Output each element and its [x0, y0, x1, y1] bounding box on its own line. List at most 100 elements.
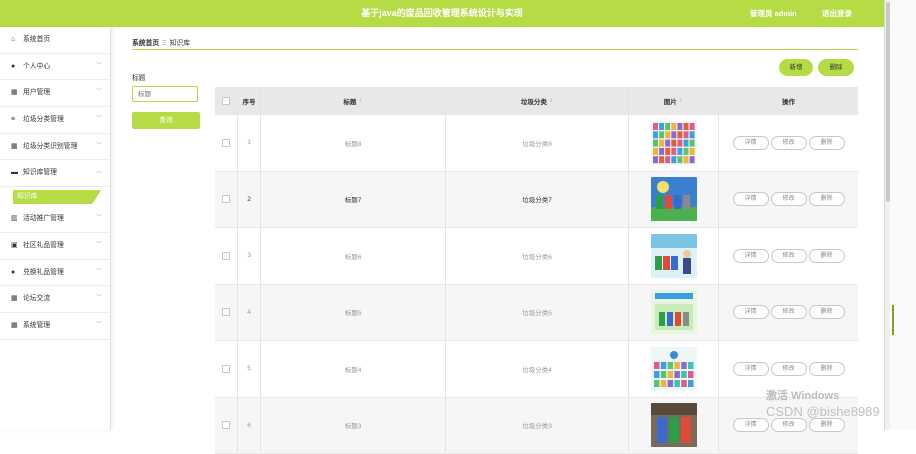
sort-icon[interactable]: ⇕	[679, 98, 683, 104]
row-category-text: 垃圾分类5	[522, 307, 552, 317]
row-index-text: 1	[247, 139, 251, 146]
sidebar-item-4[interactable]: ▦垃圾分类识别管理﹀	[0, 134, 110, 161]
sidebar-item-5[interactable]: ▬知识库管理︿	[0, 160, 110, 187]
detail-button[interactable]: 详情	[733, 249, 769, 263]
sidebar-item-3[interactable]: ▦论坛交流﹀	[0, 286, 110, 313]
sidebar-item-4[interactable]: ▦系统管理﹀	[0, 313, 110, 340]
detail-button[interactable]: 详情	[733, 192, 769, 206]
table-row: 1 标题8 垃圾分类8 详情修改删除	[215, 115, 858, 172]
sidebar-item-2[interactable]: ●兑换礼品管理﹀	[0, 260, 110, 287]
edit-button[interactable]: 修改	[771, 418, 807, 432]
sidebar-item-1[interactable]: ●个人中心﹀	[0, 54, 110, 81]
row-title: 标题3	[260, 398, 445, 454]
logout-link[interactable]: 退出登录	[822, 0, 852, 27]
row-checkbox[interactable]	[222, 139, 230, 147]
grid-icon: ▦	[11, 134, 21, 160]
delete-button[interactable]: 删除	[818, 59, 854, 76]
row-select-cell	[215, 398, 237, 454]
header-image-label: 图片	[664, 96, 677, 106]
row-index: 2	[237, 172, 260, 228]
row-image-cell	[628, 115, 718, 171]
sidebar-item-0[interactable]: ⌂系统首页	[0, 27, 110, 54]
user-icon: ●	[11, 260, 21, 286]
row-category-text: 垃圾分类6	[522, 251, 552, 261]
row-delete-button[interactable]: 删除	[809, 418, 845, 432]
row-delete-button[interactable]: 删除	[809, 192, 845, 206]
edit-button[interactable]: 修改	[771, 136, 807, 150]
row-checkbox[interactable]	[222, 195, 230, 203]
table-header-row: 序号 标题⇕ 垃圾分类⇕ 图片⇕ 操作	[215, 87, 858, 115]
header-image[interactable]: 图片⇕	[628, 87, 718, 114]
current-user-label: 管理员 admin	[750, 0, 797, 27]
row-image-cell	[628, 398, 718, 454]
row-select-cell	[215, 172, 237, 228]
row-category: 垃圾分类5	[445, 285, 628, 341]
list-icon: ≡	[11, 107, 21, 133]
header-index-label: 序号	[243, 96, 256, 106]
table-row: 3标题6垃圾分类6详情修改删除	[215, 228, 858, 285]
row-image-cell	[628, 228, 718, 284]
chevron-down-icon: ﹀	[96, 286, 102, 312]
chevron-down-icon: ﹀	[96, 80, 102, 106]
detail-button[interactable]: 详情	[733, 136, 769, 150]
header-category[interactable]: 垃圾分类⇕	[445, 87, 628, 114]
row-select-cell	[215, 115, 237, 171]
row-image-cell	[628, 172, 718, 228]
search-button[interactable]: 查询	[132, 112, 200, 129]
sidebar-item-2[interactable]: ▦用户管理﹀	[0, 80, 110, 107]
row-title-text: 标题8	[345, 138, 362, 148]
knowledge-poster-image[interactable]	[651, 290, 697, 334]
row-delete-button[interactable]: 删除	[809, 136, 845, 150]
knowledge-poster-image[interactable]	[651, 403, 697, 447]
select-all-checkbox[interactable]	[222, 97, 230, 105]
sidebar-item-1[interactable]: ▣社区礼品管理﹀	[0, 233, 110, 260]
row-delete-button[interactable]: 删除	[809, 362, 845, 376]
edit-button[interactable]: 修改	[771, 249, 807, 263]
row-category: 垃圾分类3	[445, 398, 628, 454]
detail-button[interactable]: 详情	[733, 418, 769, 432]
row-category: 垃圾分类7	[445, 172, 628, 228]
sidebar-item-3[interactable]: ≡垃圾分类管理﹀	[0, 107, 110, 134]
breadcrumb-home[interactable]: 系统首页	[132, 40, 159, 47]
csdn-watermark: CSDN @bishe8989	[766, 404, 880, 419]
row-delete-button[interactable]: 删除	[809, 249, 845, 263]
header-actions: 操作	[718, 87, 858, 114]
sidebar-item-label: 兑换礼品管理	[23, 269, 64, 276]
row-checkbox[interactable]	[222, 252, 230, 260]
sidebar-item-label: 系统首页	[23, 36, 50, 43]
detail-button[interactable]: 详情	[733, 362, 769, 376]
edit-button[interactable]: 修改	[771, 305, 807, 319]
row-category-text: 垃圾分类8	[522, 138, 552, 148]
chart-icon: ▥	[11, 206, 21, 232]
header-title[interactable]: 标题⇕	[260, 87, 445, 114]
row-index: 6	[237, 398, 260, 454]
row-checkbox[interactable]	[222, 421, 230, 429]
row-delete-button[interactable]: 删除	[809, 305, 845, 319]
top-header: 基于java的废品回收管理系统设计与实现 管理员 admin 退出登录	[0, 0, 884, 27]
edit-button[interactable]: 修改	[771, 192, 807, 206]
knowledge-poster-image[interactable]	[651, 177, 697, 221]
edit-button[interactable]: 修改	[771, 362, 807, 376]
knowledge-poster-image[interactable]	[651, 347, 697, 391]
right-edge	[890, 0, 916, 430]
knowledge-poster-image[interactable]	[651, 121, 697, 165]
row-category: 垃圾分类8	[445, 115, 628, 171]
sort-icon[interactable]: ⇕	[549, 98, 553, 104]
sidebar-item-label: 社区礼品管理	[23, 242, 64, 249]
monitor-icon: ▬	[11, 160, 21, 186]
row-actions: 详情修改删除	[718, 228, 858, 284]
title-search-input[interactable]	[132, 86, 198, 102]
sidebar-item-0[interactable]: ▥活动推广管理﹀	[0, 206, 110, 233]
add-button[interactable]: 新增	[779, 59, 813, 76]
sort-icon[interactable]: ⇕	[358, 98, 362, 104]
knowledge-poster-image[interactable]	[651, 234, 697, 278]
row-checkbox[interactable]	[222, 365, 230, 373]
row-index-text: 5	[247, 365, 251, 372]
row-checkbox[interactable]	[222, 308, 230, 316]
sidebar-subitem-active[interactable]: 知识库	[13, 190, 101, 204]
header-category-label: 垃圾分类	[521, 96, 547, 106]
detail-button[interactable]: 详情	[733, 305, 769, 319]
chevron-up-icon: ︿	[96, 160, 102, 186]
breadcrumb-current: 知识库	[170, 40, 190, 47]
chevron-down-icon: ﹀	[96, 107, 102, 133]
